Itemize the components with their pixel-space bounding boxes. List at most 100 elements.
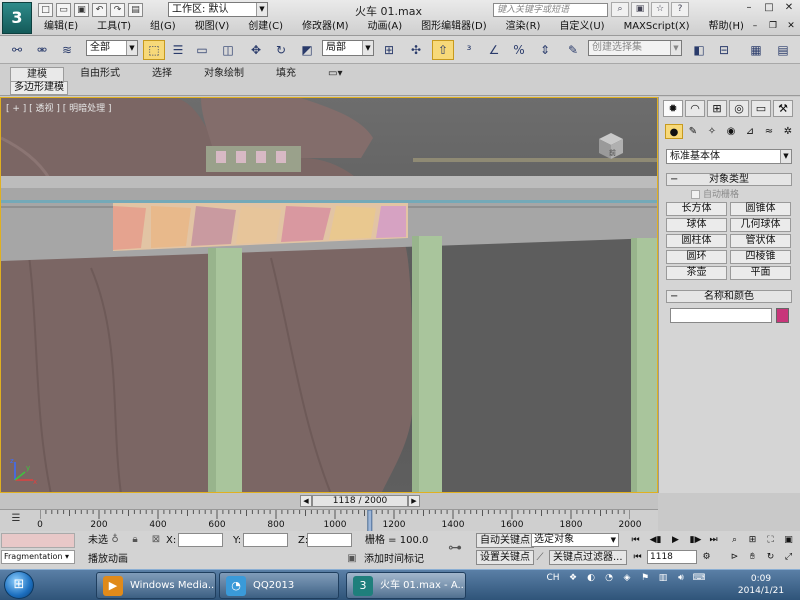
key-mode-toggle-icon[interactable]: ⏮ bbox=[630, 550, 645, 564]
display-tab-icon[interactable]: ▭ bbox=[751, 100, 771, 117]
auto-grid-checkbox[interactable]: 自动栅格 bbox=[691, 187, 739, 200]
motion-tab-icon[interactable]: ◎ bbox=[729, 100, 749, 117]
scene-explorer-icon[interactable]: ▦ bbox=[745, 40, 767, 60]
menu-maxscript[interactable]: MAXScript(X) bbox=[618, 19, 703, 35]
menu-edit[interactable]: 编辑(E) bbox=[38, 19, 91, 35]
pyramid-button[interactable]: 四棱锥 bbox=[730, 250, 791, 264]
tube-button[interactable]: 管状体 bbox=[730, 234, 791, 248]
help-search-input[interactable]: 键入关键字或短语 bbox=[493, 3, 608, 17]
x-coordinate-input[interactable] bbox=[178, 533, 223, 547]
rollout-object-type[interactable]: − 对象类型 bbox=[666, 173, 792, 186]
object-color-swatch[interactable] bbox=[776, 308, 789, 323]
search-icon[interactable]: ⌕ bbox=[611, 2, 629, 17]
start-button[interactable]: ⊞ bbox=[4, 571, 34, 599]
track-bar[interactable]: ☰ 0 200 400 600 800 1000 1200 1400 1600 … bbox=[0, 509, 658, 532]
menu-graph-editors[interactable]: 图形编辑器(D) bbox=[415, 19, 500, 35]
taskbar-app-media-player[interactable]: ▶ Windows Media... bbox=[96, 572, 216, 599]
menu-customize[interactable]: 自定义(U) bbox=[553, 19, 617, 35]
go-to-end-icon[interactable]: ⏭ bbox=[706, 533, 721, 547]
tab-freeform[interactable]: 自由形式 bbox=[64, 67, 136, 81]
sphere-button[interactable]: 球体 bbox=[666, 218, 727, 232]
close-icon[interactable]: ✕ bbox=[780, 2, 798, 16]
geometry-icon[interactable]: ● bbox=[665, 124, 683, 139]
utilities-tab-icon[interactable]: ⚒ bbox=[773, 100, 793, 117]
modify-tab-icon[interactable]: ◠ bbox=[685, 100, 705, 117]
time-configuration-icon[interactable]: ⚙ bbox=[699, 550, 714, 564]
qq-tray-icon[interactable]: ◔ bbox=[602, 573, 616, 583]
taskbar-app-3dsmax[interactable]: 3 火车 01.max - A... bbox=[346, 572, 466, 599]
network-icon[interactable]: ▥ bbox=[656, 573, 670, 583]
reference-coord-select[interactable]: 局部 ▼ bbox=[322, 40, 374, 56]
menu-animation[interactable]: 动画(A) bbox=[362, 19, 416, 35]
new-icon[interactable]: □ bbox=[38, 3, 53, 17]
cameras-icon[interactable]: ◉ bbox=[722, 124, 740, 139]
ime-indicator[interactable]: CH bbox=[544, 573, 562, 583]
ribbon-panel-polygon-modeling[interactable]: 多边形建模 bbox=[10, 81, 68, 95]
keyboard-shortcut-override-icon[interactable]: ⇧ bbox=[432, 40, 454, 60]
pivot-center-icon[interactable]: ⊞ bbox=[378, 40, 400, 60]
open-icon[interactable]: ▭ bbox=[56, 3, 71, 17]
viewport-label[interactable]: [ + ] [ 透视 ] [ 明暗处理 ] bbox=[6, 101, 112, 114]
spinner-snap-icon[interactable]: ⇕ bbox=[534, 40, 556, 60]
orbit-icon[interactable]: ↻ bbox=[763, 550, 778, 564]
menu-group[interactable]: 组(G) bbox=[144, 19, 189, 35]
bind-space-warp-icon[interactable]: ≋ bbox=[56, 40, 78, 60]
help-icon[interactable]: ? bbox=[671, 2, 689, 17]
doc-restore-icon[interactable]: ❐ bbox=[766, 20, 780, 33]
time-slider-prev-icon[interactable]: ◀ bbox=[300, 495, 312, 507]
perspective-viewport[interactable]: [ + ] [ 透视 ] [ 明暗处理 ] 前 z x y bbox=[0, 97, 658, 493]
y-coordinate-input[interactable] bbox=[243, 533, 288, 547]
volume-icon[interactable]: 🔊︎ bbox=[674, 573, 688, 583]
security-shield-icon[interactable]: ◈ bbox=[620, 573, 634, 583]
select-manipulate-icon[interactable]: ✣ bbox=[405, 40, 427, 60]
set-key-button[interactable]: 设置关键点 bbox=[476, 550, 534, 565]
fragmentation-select[interactable]: Fragmentation ▾ bbox=[1, 550, 75, 564]
hierarchy-tab-icon[interactable]: ⊞ bbox=[707, 100, 727, 117]
edit-named-selections-icon[interactable]: ✎ bbox=[562, 40, 584, 60]
zoom-extents-all-icon[interactable]: ▣ bbox=[781, 533, 796, 547]
align-icon[interactable]: ⊟ bbox=[713, 40, 735, 60]
z-coordinate-input[interactable] bbox=[307, 533, 352, 547]
angle-snap-icon[interactable]: ∠ bbox=[483, 40, 505, 60]
minimize-icon[interactable]: – bbox=[740, 2, 758, 16]
box-button[interactable]: 长方体 bbox=[666, 202, 727, 216]
selection-filter-select[interactable]: 全部 ▼ bbox=[86, 40, 138, 56]
auto-key-button[interactable]: 自动关键点 bbox=[476, 533, 534, 548]
current-frame-input[interactable]: 1118 bbox=[647, 550, 697, 564]
menu-modifiers[interactable]: 修改器(M) bbox=[296, 19, 361, 35]
project-icon[interactable]: ▤ bbox=[128, 3, 143, 17]
tray-app-icon[interactable]: ◐ bbox=[584, 573, 598, 583]
go-to-start-icon[interactable]: ⏮ bbox=[628, 533, 643, 547]
doc-close-icon[interactable]: ✕ bbox=[784, 20, 798, 33]
lock-icon[interactable]: 🔒︎ bbox=[128, 533, 142, 547]
ribbon-options-icon[interactable]: ▭▾ bbox=[312, 67, 358, 81]
select-object-icon[interactable]: ⬚ bbox=[143, 40, 165, 60]
menu-rendering[interactable]: 渲染(R) bbox=[500, 19, 554, 35]
torus-button[interactable]: 圆环 bbox=[666, 250, 727, 264]
mini-curve-editor-icon[interactable]: ☰ bbox=[8, 513, 24, 527]
pan-icon[interactable]: ✋︎ bbox=[745, 550, 760, 564]
key-icon[interactable]: ⊶ bbox=[448, 541, 462, 555]
redo-icon[interactable]: ↷ bbox=[110, 3, 125, 17]
percent-snap-icon[interactable]: % bbox=[508, 40, 530, 60]
geometry-category-select[interactable]: 标准基本体 ▼ bbox=[666, 149, 792, 164]
tab-populate[interactable]: 填充 bbox=[260, 67, 312, 81]
menu-tools[interactable]: 工具(T) bbox=[91, 19, 144, 35]
cylinder-button[interactable]: 圆柱体 bbox=[666, 234, 727, 248]
select-link-icon[interactable]: ⚯ bbox=[6, 40, 28, 60]
menu-views[interactable]: 视图(V) bbox=[189, 19, 243, 35]
save-icon[interactable]: ▣ bbox=[74, 3, 89, 17]
action-center-icon[interactable]: ⚑ bbox=[638, 573, 652, 583]
zoom-icon[interactable]: ⌕ bbox=[727, 533, 742, 547]
field-of-view-icon[interactable]: ⊳ bbox=[727, 550, 742, 564]
zoom-all-icon[interactable]: ⊞ bbox=[745, 533, 760, 547]
zoom-extents-icon[interactable]: ⛶ bbox=[763, 533, 778, 547]
doc-minimize-icon[interactable]: – bbox=[748, 20, 762, 33]
ime-keyboard-icon[interactable]: ⌨ bbox=[692, 573, 706, 583]
select-by-name-icon[interactable]: ☰ bbox=[167, 40, 189, 60]
maximize-icon[interactable]: □ bbox=[760, 2, 778, 16]
maxscript-listener-mini[interactable] bbox=[1, 533, 75, 548]
undo-icon[interactable]: ↶ bbox=[92, 3, 107, 17]
key-filters-button[interactable]: 关键点过滤器... bbox=[549, 550, 627, 565]
scale-icon[interactable]: ◩ bbox=[296, 40, 318, 60]
